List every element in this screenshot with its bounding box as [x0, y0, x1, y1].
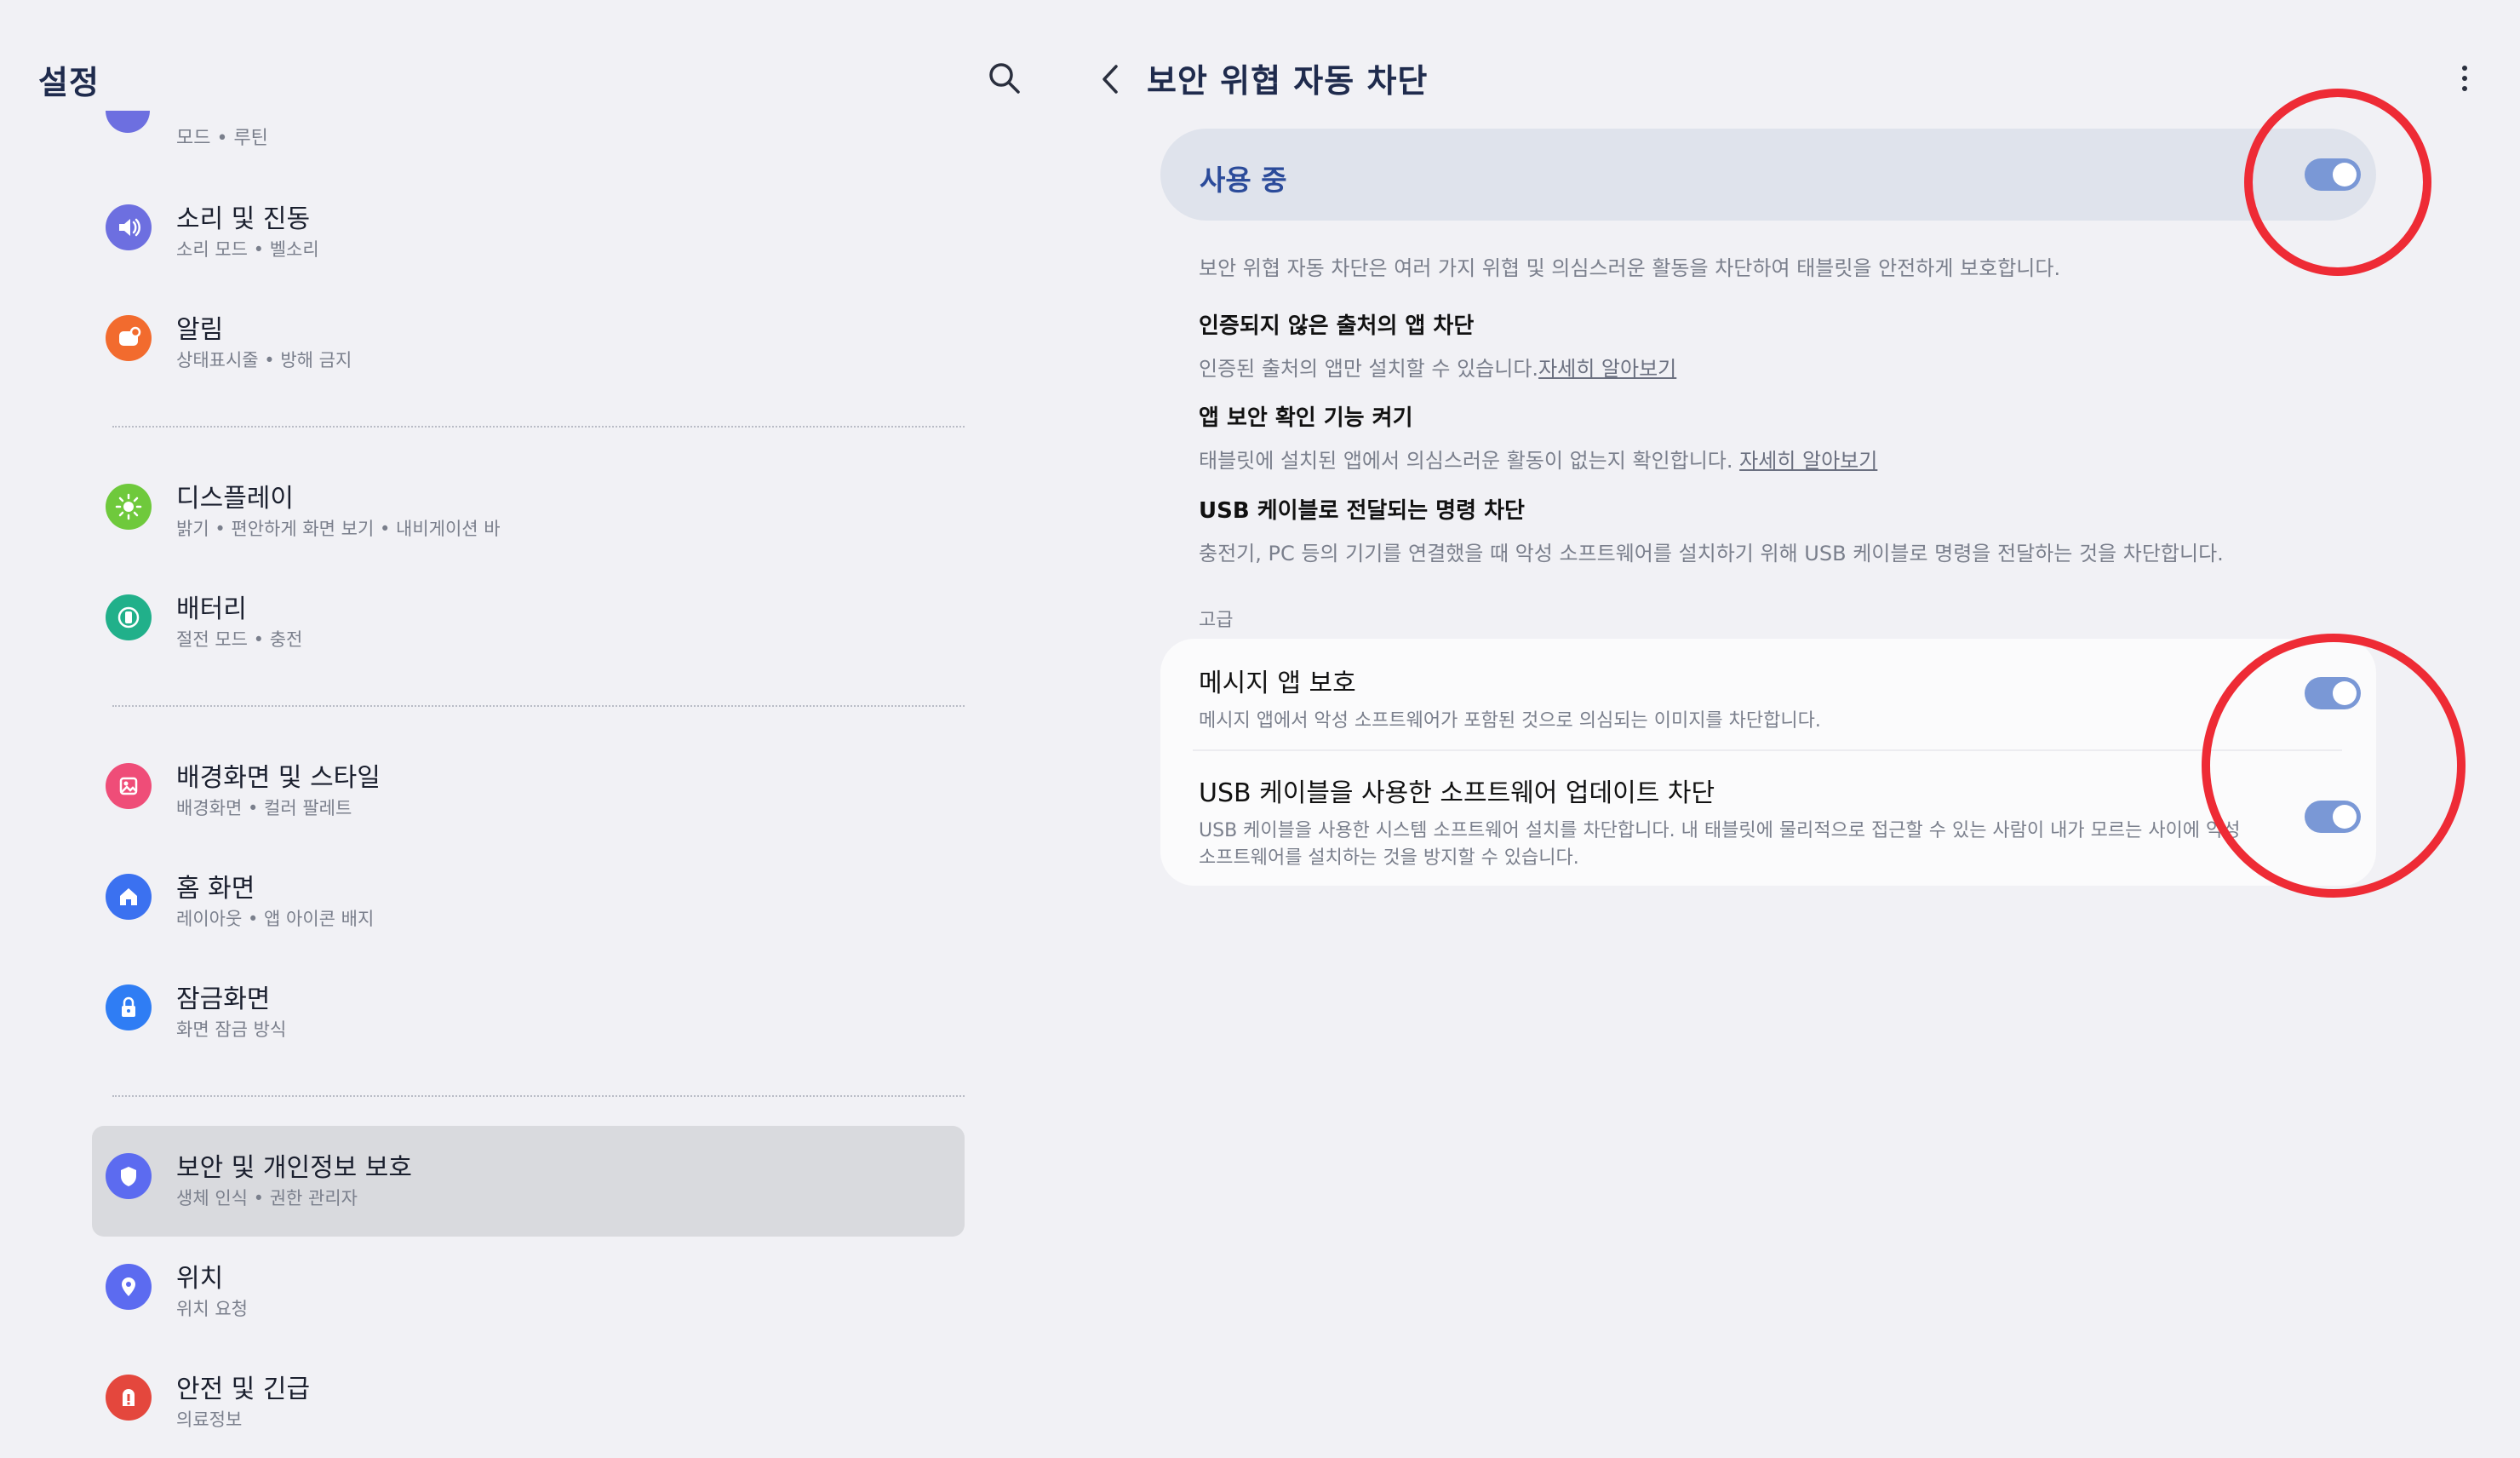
alert-icon — [106, 1375, 152, 1421]
row-divider — [1193, 749, 2342, 751]
sidebar-item-sub: 화면 잠금 방식 — [176, 1019, 287, 1040]
annotation-circle — [2202, 634, 2466, 898]
section-header-advanced: 고급 — [1199, 610, 1234, 631]
info-sub-text: 태블릿에 설치된 앱에서 의심스러운 활동이 없는지 확인합니다. — [1199, 449, 1740, 473]
info-title: USB 케이블로 전달되는 명령 차단 — [1199, 498, 1525, 524]
sidebar-item-label: 잠금화면 — [176, 984, 271, 1014]
info-sub: 충전기, PC 등의 기기를 연결했을 때 악성 소프트웨어를 설치하기 위해 … — [1199, 542, 2224, 565]
back-button[interactable] — [1094, 58, 1131, 100]
sidebar-item-label: 안전 및 긴급 — [176, 1375, 311, 1404]
sidebar-item-safety[interactable]: 안전 및 긴급 의료정보 — [92, 1347, 965, 1458]
info-unknown-sources: 인증되지 않은 출처의 앱 차단 인증된 출처의 앱만 설치할 수 있습니다.자… — [1199, 308, 1676, 382]
setting-title: USB 케이블을 사용한 소프트웨어 업데이트 차단 — [1199, 778, 1715, 808]
more-options-button[interactable] — [2456, 61, 2473, 95]
chevron-left-icon — [1102, 65, 1118, 94]
sidebar-item-label: 위치 — [176, 1264, 224, 1294]
speaker-icon — [106, 204, 152, 250]
search-button[interactable] — [986, 60, 1023, 97]
info-title: 인증되지 않은 출처의 앱 차단 — [1199, 313, 1475, 339]
sidebar-item-sub: 배경화면 • 컬러 팔레트 — [176, 798, 352, 818]
annotation-circle — [2244, 89, 2431, 276]
sidebar-item-sub: 상태표시줄 • 방해 금지 — [176, 350, 352, 370]
menu-divider — [92, 399, 965, 456]
sidebar-item-battery[interactable]: 배터리 절전 모드 • 충전 — [92, 567, 965, 678]
more-vertical-icon — [2462, 66, 2467, 91]
sidebar-title: 설정 — [38, 64, 100, 101]
sidebar-item-wallpaper[interactable]: 배경화면 및 스타일 배경화면 • 컬러 팔레트 — [92, 736, 965, 847]
sidebar-item-label: 알림 — [176, 315, 224, 345]
sidebar-item-label: 홈 화면 — [176, 874, 255, 904]
sidebar-item-lock-screen[interactable]: 잠금화면 화면 잠금 방식 — [92, 957, 965, 1068]
learn-more-link[interactable]: 자세히 알아보기 — [1739, 449, 1877, 473]
info-sub-text: 인증된 출처의 앱만 설치할 수 있습니다. — [1199, 357, 1539, 381]
setting-message-app-protection[interactable]: 메시지 앱 보호 메시지 앱에서 악성 소프트웨어가 포함된 것으로 의심되는 … — [1199, 662, 2305, 735]
sidebar-item-sub: 의료정보 — [176, 1409, 243, 1430]
page-title: 보안 위협 자동 차단 — [1147, 62, 1429, 100]
sidebar-item-security[interactable]: 보안 및 개인정보 보호 생체 인식 • 권한 관리자 — [92, 1126, 965, 1237]
sidebar-item-sub: 모드 • 루틴 — [176, 128, 268, 149]
sidebar-menu: 소리 및 진동 소리 모드 • 벨소리 알림 상태표시줄 • 방해 금지 디스플… — [92, 177, 965, 1458]
search-icon — [989, 63, 1020, 94]
sidebar-item-sub: 밝기 • 편안하게 화면 보기 • 내비게이션 바 — [176, 519, 501, 539]
setting-sub-line: USB 케이블을 사용한 시스템 소프트웨어 설치를 차단합니다. 내 태블릿에… — [1199, 820, 2241, 841]
master-switch-bar[interactable]: 사용 중 — [1160, 129, 2376, 221]
notification-icon — [106, 315, 152, 361]
palette-icon — [106, 763, 152, 809]
sidebar-item-label: 배경화면 및 스타일 — [176, 763, 381, 793]
info-app-security-check: 앱 보안 확인 기능 켜기 태블릿에 설치된 앱에서 의심스러운 활동이 없는지… — [1199, 400, 1877, 474]
advanced-settings-card: 메시지 앱 보호 메시지 앱에서 악성 소프트웨어가 포함된 것으로 의심되는 … — [1160, 639, 2376, 886]
sidebar-item-modes[interactable]: 모드 • 루틴 — [106, 111, 957, 153]
menu-divider — [92, 1068, 965, 1126]
sidebar-item-sub: 소리 모드 • 벨소리 — [176, 239, 319, 260]
shield-icon — [106, 1153, 152, 1199]
lock-icon — [106, 984, 152, 1030]
home-icon — [106, 874, 152, 920]
sidebar-item-label: 보안 및 개인정보 보호 — [176, 1153, 413, 1183]
sidebar-item-sound[interactable]: 소리 및 진동 소리 모드 • 벨소리 — [92, 177, 965, 288]
info-sub: 태블릿에 설치된 앱에서 의심스러운 활동이 없는지 확인합니다. 자세히 알아… — [1199, 444, 1877, 474]
setting-title: 메시지 앱 보호 — [1199, 669, 1356, 698]
sidebar-item-sub: 레이아웃 • 앱 아이콘 배지 — [176, 909, 375, 929]
sidebar-item-location[interactable]: 위치 위치 요청 — [92, 1237, 965, 1347]
setting-sub: USB 케이블을 사용한 시스템 소프트웨어 설치를 차단합니다. 내 태블릿에… — [1199, 818, 2305, 872]
menu-divider — [92, 678, 965, 736]
info-sub: 인증된 출처의 앱만 설치할 수 있습니다.자세히 알아보기 — [1199, 352, 1676, 382]
setting-usb-update-block[interactable]: USB 케이블을 사용한 소프트웨어 업데이트 차단 USB 케이블을 사용한 … — [1199, 772, 2305, 872]
master-switch-label: 사용 중 — [1200, 164, 1287, 197]
settings-screen: 설정 모드 • 루틴 소리 및 진동 소리 모드 • 벨소리 알림 상태표시줄 … — [0, 0, 2520, 1458]
sun-icon — [106, 484, 152, 530]
info-title: 앱 보안 확인 기능 켜기 — [1199, 405, 1413, 431]
location-pin-icon — [106, 1264, 152, 1310]
setting-sub: 메시지 앱에서 악성 소프트웨어가 포함된 것으로 의심되는 이미지를 차단합니… — [1199, 710, 1821, 732]
sidebar-item-display[interactable]: 디스플레이 밝기 • 편안하게 화면 보기 • 내비게이션 바 — [92, 456, 965, 567]
sidebar-item-home-screen[interactable]: 홈 화면 레이아웃 • 앱 아이콘 배지 — [92, 847, 965, 957]
sidebar-item-label: 디스플레이 — [176, 484, 294, 514]
sidebar-item-label: 소리 및 진동 — [176, 204, 311, 234]
feature-description: 보안 위협 자동 차단은 여러 가지 위협 및 의심스러운 활동을 차단하여 태… — [1199, 256, 2061, 280]
sidebar-item-sub: 절전 모드 • 충전 — [176, 629, 303, 650]
sidebar-item-sub: 위치 요청 — [176, 1299, 248, 1319]
settings-sidebar: 설정 모드 • 루틴 소리 및 진동 소리 모드 • 벨소리 알림 상태표시줄 … — [0, 0, 1022, 1458]
info-usb-commands: USB 케이블로 전달되는 명령 차단 충전기, PC 등의 기기를 연결했을 … — [1199, 493, 2224, 566]
learn-more-link[interactable]: 자세히 알아보기 — [1538, 357, 1676, 381]
sidebar-item-label: 배터리 — [176, 594, 247, 624]
battery-icon — [106, 594, 152, 640]
modes-icon — [106, 111, 150, 133]
sidebar-item-notifications[interactable]: 알림 상태표시줄 • 방해 금지 — [92, 288, 965, 399]
setting-sub-line: 소프트웨어를 설치하는 것을 방지할 수 있습니다. — [1199, 847, 1579, 869]
sidebar-item-sub: 생체 인식 • 권한 관리자 — [176, 1188, 358, 1208]
